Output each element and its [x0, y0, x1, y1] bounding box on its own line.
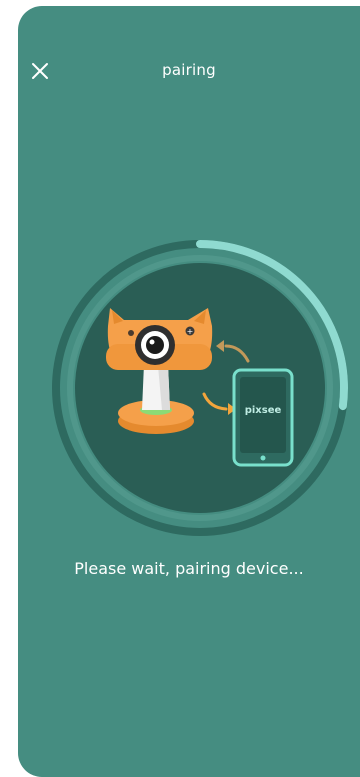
phone-brand-label: pixsee	[245, 405, 282, 416]
svg-text:+: +	[187, 327, 194, 336]
pairing-illustration: + pixsee	[52, 240, 348, 536]
pairing-status-text: Please wait, pairing device...	[74, 559, 304, 578]
pairing-sheet: pairing + pixsee Please wait, pairing de…	[18, 6, 360, 777]
phone-illustration	[232, 368, 294, 467]
